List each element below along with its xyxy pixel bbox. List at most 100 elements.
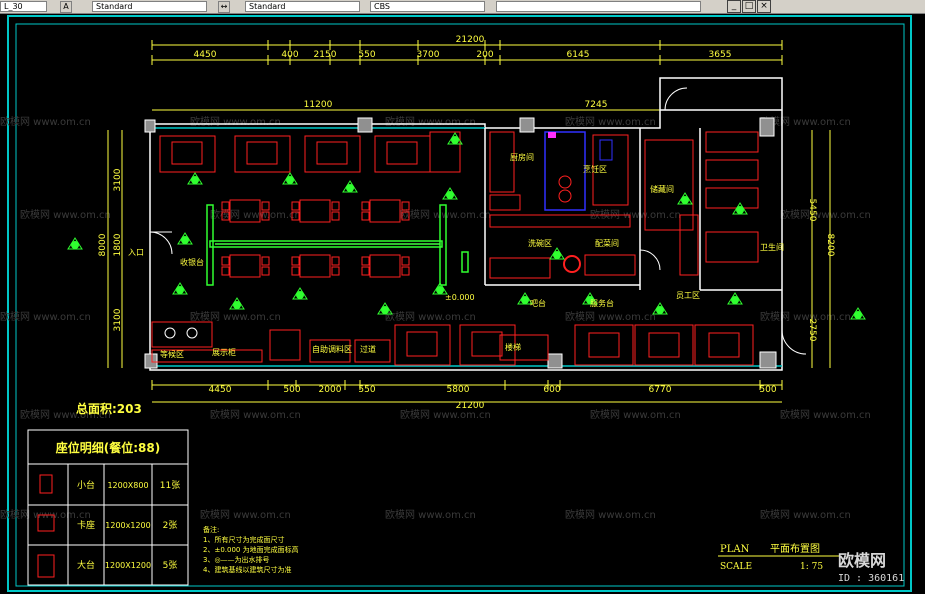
dim-bottom-segment: 2000 xyxy=(319,385,342,395)
chair xyxy=(331,211,340,221)
dim-top-segment: 2150 xyxy=(314,50,337,60)
notes: 备注: 1、所有尺寸为完成面尺寸 2、±0.000 为地面完成面标高 3、◎——… xyxy=(203,525,299,574)
dim-left-3: 3100 xyxy=(113,308,123,331)
text-style-icon[interactable]: A xyxy=(60,1,72,13)
label-service: 服务台 xyxy=(590,298,614,308)
watermark-text: 欧模网 www.om.cn xyxy=(20,209,111,221)
table xyxy=(299,254,331,278)
note-4: 4、建筑基线以建筑尺寸为准 xyxy=(203,565,291,574)
label-kitchen: 厨房间 xyxy=(510,152,534,162)
booth xyxy=(234,135,291,173)
label-bar: 吧台 xyxy=(530,298,546,308)
seat-row-size: 1200x1200 xyxy=(105,521,150,530)
dim-top-segment: 550 xyxy=(358,50,375,60)
kitchen-equipment xyxy=(429,131,759,279)
section-markers xyxy=(67,132,866,320)
seat-row-name: 小台 xyxy=(77,479,95,491)
watermark-text: 欧模网 www.om.cn xyxy=(565,116,656,128)
seat-row-count: 11张 xyxy=(160,480,180,491)
property-toolbar: L_30 A Standard ↔ Standard CBS _ □ × xyxy=(0,0,925,14)
dim-left-1: 3100 xyxy=(113,168,123,191)
seating-table: 座位明细(餐位:88) 小台 1200X800 11张卡座 1200x1200 2张大台… xyxy=(27,429,189,586)
table xyxy=(299,199,331,223)
note-1: 1、所有尺寸为完成面尺寸 xyxy=(203,535,284,544)
label-elev: ±0.000 xyxy=(445,293,475,302)
chair xyxy=(291,256,300,266)
logo-id: ID : 360161 xyxy=(838,573,904,584)
table-style-dropdown[interactable]: CBS xyxy=(370,1,485,12)
drawing-border xyxy=(15,23,905,587)
chair xyxy=(401,256,410,266)
dimension-labels: 21200 4450 400 2150 550 3700 200 6145 3655 1120… xyxy=(98,35,835,411)
booth xyxy=(159,135,216,173)
dim-style-dropdown[interactable]: Standard xyxy=(245,1,360,12)
seat-row-size: 1200X800 xyxy=(107,481,148,490)
chair xyxy=(361,211,370,221)
seating-title: 座位明细(餐位:88) xyxy=(55,440,160,455)
dim-bottom-segment: 4450 xyxy=(209,385,232,395)
watermark-text: 欧模网 www.om.cn xyxy=(385,311,476,323)
booth-table xyxy=(246,141,278,165)
booth-table xyxy=(708,332,740,358)
chair xyxy=(331,266,340,276)
text-style-dropdown[interactable]: Standard xyxy=(92,1,207,12)
chair xyxy=(361,201,370,211)
dim-right-1: 5450 xyxy=(807,199,817,222)
watermark-text: 欧模网 www.om.cn xyxy=(200,509,291,521)
label-stairs: 楼梯 xyxy=(505,342,521,352)
dim-top-segment: 3700 xyxy=(417,50,440,60)
label-prep: 配菜间 xyxy=(595,238,619,248)
watermark-text: 欧模网 www.om.cn xyxy=(780,209,871,221)
booth-table xyxy=(648,332,680,358)
note-3: 3、◎——为出水排号 xyxy=(203,555,270,564)
drawing-canvas[interactable]: 欧模网 www.om.cn 欧模网 www.om.cn 欧模网 www.om.cn 欧… xyxy=(0,13,925,594)
dim-bottom-segment: 5800 xyxy=(447,385,470,395)
dim-top-segment: 200 xyxy=(476,50,493,60)
label-entrance: 入口 xyxy=(128,248,144,257)
scale-label: SCALE xyxy=(720,562,752,572)
linetype-dropdown[interactable] xyxy=(496,1,701,12)
watermark-text: 欧模网 www.om.cn xyxy=(210,209,301,221)
chair xyxy=(221,266,230,276)
layer-dropdown[interactable]: L_30 xyxy=(0,1,47,12)
booth-table xyxy=(386,141,418,165)
dim-top-total: 21200 xyxy=(456,35,485,45)
watermark-text: 欧模网 www.om.cn xyxy=(385,116,476,128)
label-toilet: 卫生间 xyxy=(760,242,784,252)
maximize-button[interactable]: □ xyxy=(742,0,756,13)
plan-en: PLAN xyxy=(720,544,750,555)
watermark-text: 欧模网 www.om.cn xyxy=(190,116,281,128)
scale-value: 1: 75 xyxy=(800,562,823,572)
chair xyxy=(291,201,300,211)
label-kitchen2: 烹饪区 xyxy=(583,164,607,174)
label-staff: 员工区 xyxy=(676,291,700,300)
watermark-text: 欧模网 www.om.cn xyxy=(385,509,476,521)
watermark-text: 欧模网 www.om.cn xyxy=(210,409,301,421)
dim-bottom-segment: 500 xyxy=(759,385,776,395)
watermark-text: 欧模网 www.om.cn xyxy=(0,116,91,128)
minimize-button[interactable]: _ xyxy=(727,0,741,13)
watermark-text: 欧模网 www.om.cn xyxy=(780,409,871,421)
dim-bottom-segment: 6770 xyxy=(649,385,672,395)
chair xyxy=(291,266,300,276)
booth xyxy=(634,324,694,366)
dim-top-segment: 4450 xyxy=(194,50,217,60)
plan-cn: 平面布置图 xyxy=(770,543,820,555)
watermark-text: 欧模网 www.om.cn xyxy=(590,409,681,421)
dim-top-inner-right: 7245 xyxy=(585,100,608,110)
chair xyxy=(221,256,230,266)
dim-bottom-segment: 550 xyxy=(358,385,375,395)
table xyxy=(369,254,401,278)
table xyxy=(369,199,401,223)
logo-text: 欧模网 xyxy=(838,551,886,570)
dim-style-icon[interactable]: ↔ xyxy=(218,1,230,13)
close-button[interactable]: × xyxy=(757,0,771,13)
chair xyxy=(401,201,410,211)
booth xyxy=(374,135,431,173)
booth-table xyxy=(471,331,503,357)
watermark-layer: 欧模网 www.om.cn 欧模网 www.om.cn 欧模网 www.om.cn 欧… xyxy=(0,116,871,521)
watermark-text: 欧模网 www.om.cn xyxy=(760,509,851,521)
label-waiting: 等候区 xyxy=(160,349,184,359)
booth xyxy=(394,324,451,366)
chair xyxy=(261,256,270,266)
